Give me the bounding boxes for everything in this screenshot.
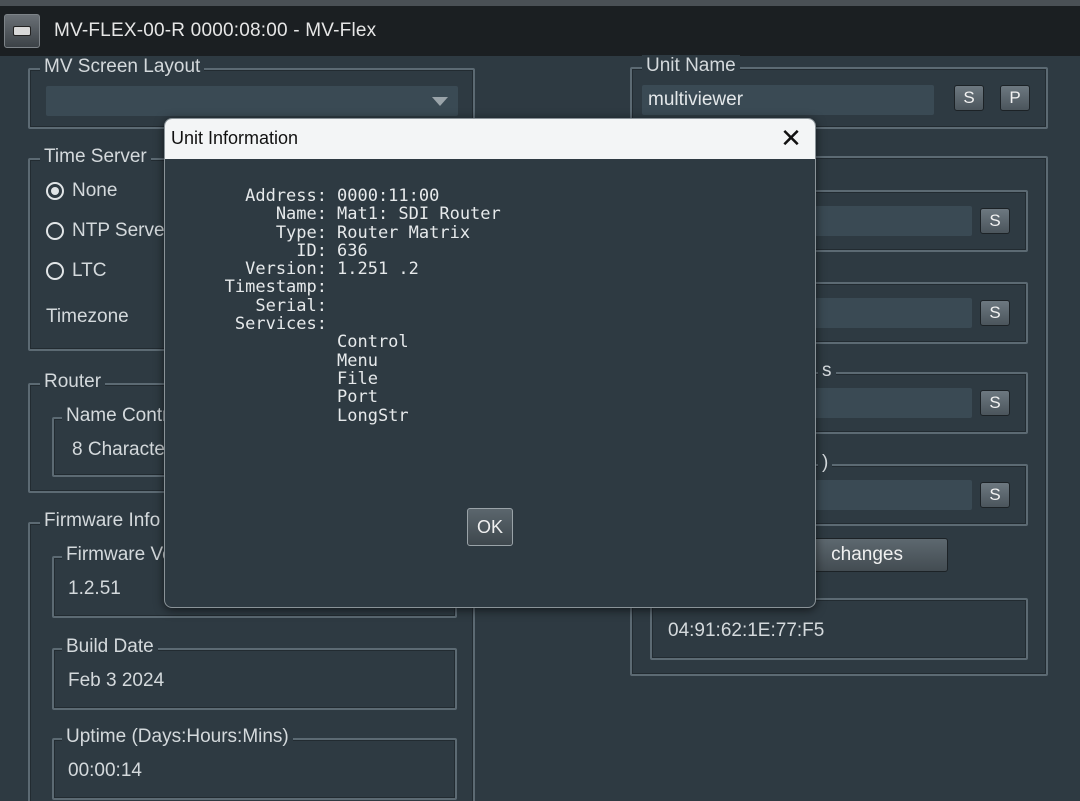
- info-value: Control: [337, 332, 409, 353]
- info-key: Serial:: [255, 295, 327, 316]
- router-label: Router: [40, 371, 106, 393]
- build-date-group: Build Date Feb 3 2024: [52, 636, 457, 710]
- info-row: Services:: [165, 314, 501, 335]
- unit-information-dialog: Unit Information ✕ Address: 0000:11:00 Nam…: [164, 118, 816, 608]
- setting-set-button-1[interactable]: S: [980, 208, 1010, 234]
- setting-set-button-3[interactable]: S: [980, 390, 1010, 416]
- firmware-version-value: 1.2.51: [68, 578, 121, 599]
- mac-address-value: 04:91:62:1E:77:F5: [668, 620, 825, 641]
- unit-name-set-button[interactable]: S: [954, 85, 984, 111]
- info-value: [327, 315, 337, 333]
- info-row: Menu: [165, 350, 501, 371]
- radio-unselected-icon: [46, 262, 64, 280]
- ok-button[interactable]: OK: [467, 508, 513, 546]
- info-value: Port: [337, 387, 378, 408]
- radio-ltc-label: LTC: [72, 260, 107, 281]
- radio-none-label: None: [72, 180, 118, 201]
- info-row: Control: [165, 332, 501, 353]
- unit-info-list: Address: 0000:11:00 Name: Mat1: SDI Router T…: [165, 187, 501, 425]
- info-key: [165, 407, 327, 425]
- info-key: Type:: [275, 222, 327, 243]
- dialog-title: Unit Information: [171, 128, 299, 148]
- radio-selected-icon: [46, 182, 64, 200]
- info-row: Name: Mat1: SDI Router: [165, 204, 501, 225]
- build-date-label: Build Date: [62, 636, 158, 658]
- firmware-info-label: Firmware Info: [40, 510, 165, 532]
- info-row: Serial:: [165, 295, 501, 316]
- info-key: [165, 333, 327, 351]
- radio-ntp-label: NTP Server: [72, 220, 171, 241]
- info-value: 636: [337, 240, 368, 261]
- setting-set-button-2[interactable]: S: [980, 300, 1010, 326]
- info-key: [165, 370, 327, 388]
- setting-group-4-label: ): [818, 452, 833, 474]
- setting-group-3-label: s: [818, 360, 836, 382]
- close-icon[interactable]: ✕: [777, 124, 805, 152]
- radio-ntp-server[interactable]: NTP Server: [46, 220, 171, 242]
- info-value: 1.251 .2: [337, 259, 419, 280]
- uptime-value: 00:00:14: [68, 760, 142, 781]
- info-row: Type: Router Matrix: [165, 222, 501, 243]
- info-key: Address:: [245, 186, 327, 206]
- uptime-label: Uptime (Days:Hours:Mins): [62, 726, 293, 748]
- chevron-down-icon[interactable]: [432, 97, 448, 106]
- info-value: LongStr: [337, 405, 409, 426]
- window-title: MV-FLEX-00-R 0000:08:00 - MV-Flex: [54, 20, 377, 41]
- time-server-label: Time Server: [40, 146, 151, 168]
- window-menu-icon[interactable]: [4, 14, 40, 48]
- info-key: Services:: [234, 314, 327, 335]
- info-value: [327, 278, 337, 296]
- radio-unselected-icon: [46, 222, 64, 240]
- info-value: Mat1: SDI Router: [337, 204, 501, 225]
- info-value: Menu: [337, 350, 378, 371]
- build-date-value: Feb 3 2024: [68, 670, 165, 691]
- info-key: ID:: [296, 240, 327, 261]
- info-value: [327, 297, 337, 315]
- info-row: Address: 0000:11:00: [165, 186, 501, 206]
- title-bar: MV-FLEX-00-R 0000:08:00 - MV-Flex: [0, 0, 1080, 56]
- unit-name-input[interactable]: multiviewer: [642, 85, 934, 115]
- mv-screen-layout-label: MV Screen Layout: [40, 56, 205, 78]
- info-row: File: [165, 368, 501, 389]
- unit-name-label: Unit Name: [642, 55, 740, 77]
- unit-name-persist-button[interactable]: P: [1000, 85, 1030, 111]
- info-key: Name:: [275, 204, 327, 225]
- info-value: File: [337, 368, 378, 389]
- info-row: ID: 636: [165, 240, 501, 261]
- uptime-group: Uptime (Days:Hours:Mins) 00:00:14: [52, 726, 457, 800]
- info-row: Port: [165, 387, 501, 408]
- radio-none[interactable]: None: [46, 180, 117, 202]
- setting-set-button-4[interactable]: S: [980, 482, 1010, 508]
- info-key: [165, 388, 327, 406]
- mv-screen-layout-select[interactable]: [46, 86, 458, 116]
- info-row: Version: 1.251 .2: [165, 259, 501, 280]
- radio-ltc[interactable]: LTC: [46, 260, 106, 282]
- info-value: Router Matrix: [337, 222, 471, 243]
- timezone-label: Timezone: [46, 306, 129, 327]
- info-value: 0000:11:00: [337, 186, 440, 206]
- info-key: [165, 352, 327, 370]
- info-key: Version:: [245, 259, 327, 280]
- dialog-header: Unit Information ✕: [165, 119, 815, 159]
- info-key: Timestamp:: [224, 277, 327, 298]
- info-row: LongStr: [165, 405, 501, 426]
- info-row: Timestamp:: [165, 277, 501, 298]
